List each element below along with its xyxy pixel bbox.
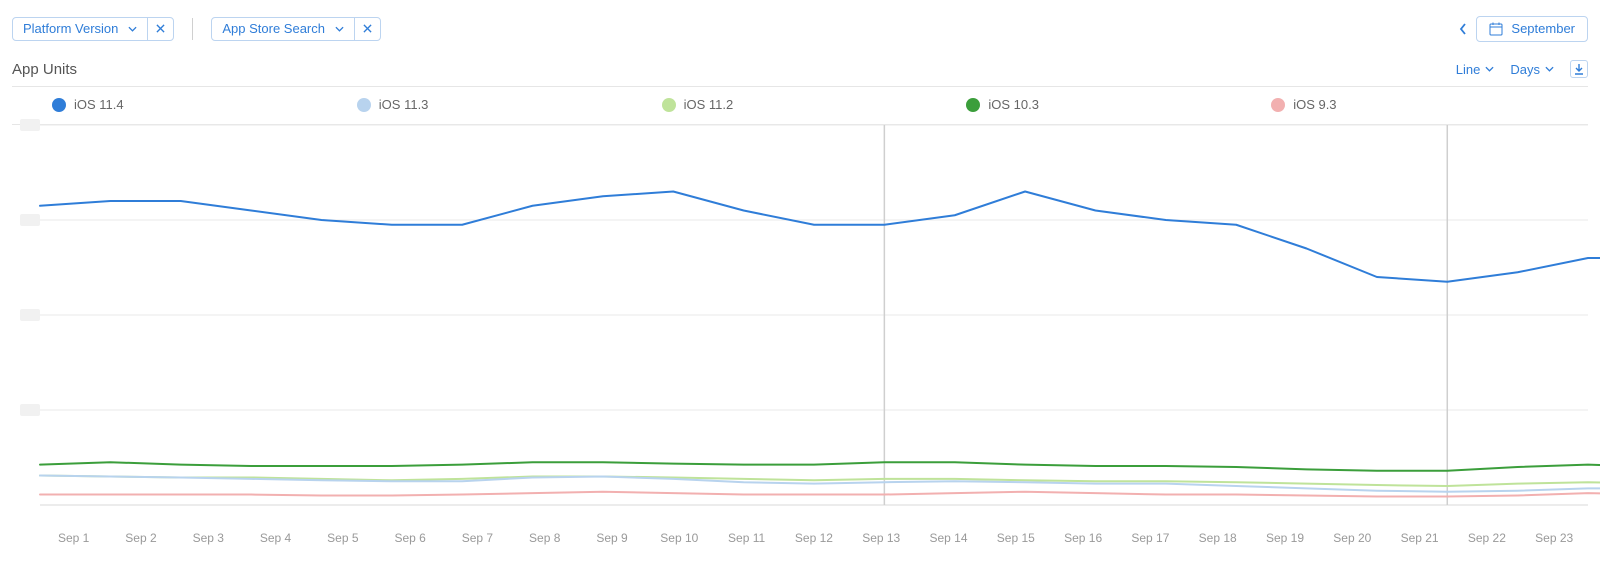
legend-swatch (357, 98, 371, 112)
chevron-down-icon (1485, 66, 1494, 72)
legend-item[interactable]: iOS 11.4 (52, 97, 357, 112)
x-tick: Sep 14 (915, 531, 982, 545)
calendar-icon (1489, 22, 1503, 36)
x-tick: Sep 16 (1049, 531, 1116, 545)
chart-type-toggle[interactable]: Line (1456, 62, 1495, 77)
line-chart (12, 125, 1588, 525)
page-title: App Units (12, 61, 77, 78)
legend-label: iOS 11.3 (379, 97, 429, 112)
legend-item[interactable]: iOS 11.3 (357, 97, 662, 112)
legend-label: iOS 9.3 (1293, 97, 1336, 112)
prev-month-button[interactable] (1454, 17, 1472, 41)
y-tick-redacted (20, 119, 40, 131)
legend-label: iOS 11.2 (684, 97, 734, 112)
x-tick: Sep 23 (1521, 531, 1588, 545)
x-tick: Sep 1 (40, 531, 107, 545)
x-tick: Sep 12 (780, 531, 847, 545)
x-tick: Sep 5 (309, 531, 376, 545)
y-tick-redacted (20, 309, 40, 321)
y-tick-redacted (20, 404, 40, 416)
legend-swatch (966, 98, 980, 112)
month-label: September (1511, 21, 1575, 36)
legend-label: iOS 10.3 (988, 97, 1039, 112)
x-tick: Sep 2 (107, 531, 174, 545)
x-tick: Sep 15 (982, 531, 1049, 545)
filter-label: App Store Search (222, 21, 325, 36)
x-tick: Sep 6 (376, 531, 443, 545)
x-tick: Sep 20 (1319, 531, 1386, 545)
x-tick: Sep 17 (1117, 531, 1184, 545)
x-tick: Sep 8 (511, 531, 578, 545)
filter-app-store-search[interactable]: App Store Search (211, 17, 381, 41)
month-picker[interactable]: September (1476, 16, 1588, 42)
x-tick: Sep 7 (444, 531, 511, 545)
chevron-down-icon (1545, 66, 1554, 72)
x-tick: Sep 3 (175, 531, 242, 545)
x-tick: Sep 13 (848, 531, 915, 545)
x-tick: Sep 18 (1184, 531, 1251, 545)
filter-remove-icon[interactable] (148, 18, 173, 40)
y-tick-redacted (20, 214, 40, 226)
x-tick: Sep 19 (1251, 531, 1318, 545)
legend: iOS 11.4 iOS 11.3 iOS 11.2 iOS 10.3 iOS 9.3 (12, 86, 1588, 125)
legend-item[interactable]: iOS 11.2 (662, 97, 967, 112)
legend-swatch (1271, 98, 1285, 112)
legend-item[interactable]: iOS 9.3 (1271, 97, 1576, 112)
chevron-down-icon (335, 26, 344, 32)
x-tick: Sep 21 (1386, 531, 1453, 545)
filter-remove-icon[interactable] (355, 18, 380, 40)
separator (192, 18, 193, 40)
filter-platform-version[interactable]: Platform Version (12, 17, 174, 41)
x-tick: Sep 11 (713, 531, 780, 545)
legend-swatch (52, 98, 66, 112)
legend-label: iOS 11.4 (74, 97, 124, 112)
download-button[interactable] (1570, 60, 1588, 78)
legend-item[interactable]: iOS 10.3 (966, 97, 1271, 112)
x-tick: Sep 9 (578, 531, 645, 545)
x-tick: Sep 4 (242, 531, 309, 545)
legend-swatch (662, 98, 676, 112)
x-axis: Sep 1Sep 2Sep 3Sep 4Sep 5Sep 6Sep 7Sep 8… (40, 525, 1588, 545)
chevron-down-icon (128, 26, 137, 32)
filter-label: Platform Version (23, 21, 118, 36)
x-tick: Sep 22 (1453, 531, 1520, 545)
x-tick: Sep 10 (646, 531, 713, 545)
granularity-toggle[interactable]: Days (1510, 62, 1554, 77)
